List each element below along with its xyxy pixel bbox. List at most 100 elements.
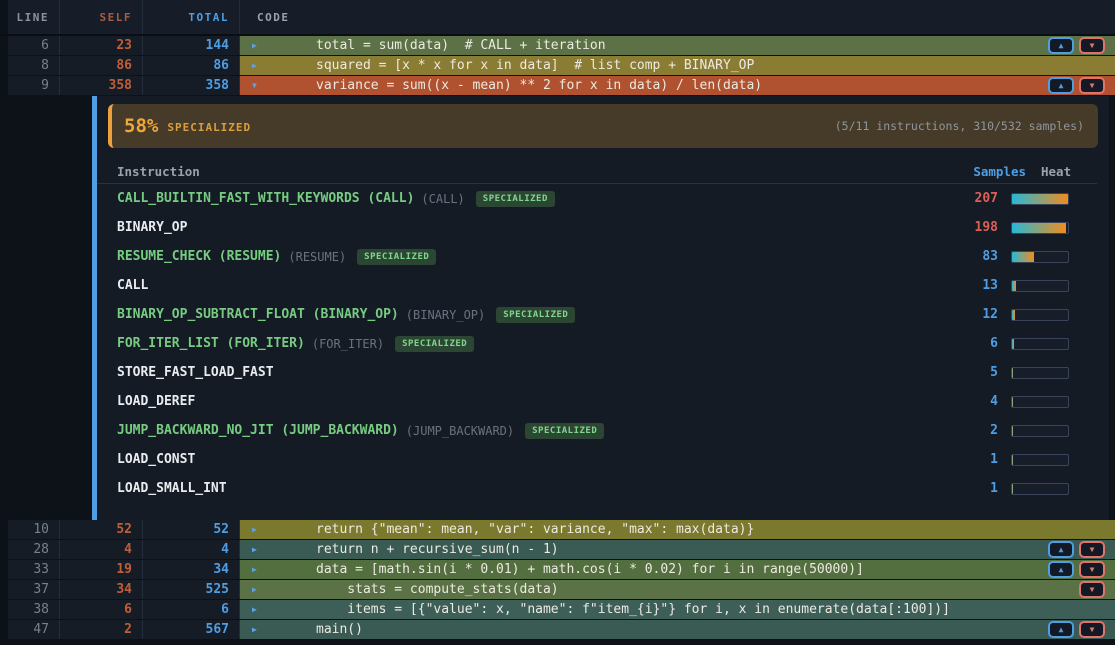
instruction-name-cell: FOR_ITER_LIST (FOR_ITER)(FOR_ITER)SPECIA… — [117, 336, 938, 352]
specialization-summary-box: 58% SPECIALIZED (5/11 instructions, 310/… — [108, 104, 1098, 148]
row-left-spacer — [0, 600, 8, 619]
code-line-row[interactable]: 472567▶main()▲▼ — [0, 620, 1115, 640]
code-cell[interactable]: ▶ stats = compute_stats(data) ▼ — [240, 580, 1115, 599]
instruction-name: CALL_BUILTIN_FAST_WITH_KEYWORDS (CALL) — [117, 191, 414, 206]
row-left-spacer — [0, 540, 8, 559]
expand-icon[interactable]: ▶ — [252, 580, 257, 599]
expand-icon[interactable]: ▶ — [252, 560, 257, 579]
panel-right-spacer — [1109, 96, 1115, 520]
move-down-button[interactable]: ▼ — [1079, 37, 1105, 54]
instruction-heat-cell — [1011, 367, 1069, 379]
expand-icon[interactable]: ▶ — [252, 520, 257, 539]
self-samples: 19 — [60, 560, 143, 579]
instruction-row: CALL_BUILTIN_FAST_WITH_KEYWORDS (CALL)(C… — [97, 184, 1109, 213]
code-cell[interactable]: ▶data = [math.sin(i * 0.01) + math.cos(i… — [240, 560, 1115, 579]
heat-bar-fill — [1012, 281, 1016, 291]
expand-icon[interactable]: ▶ — [252, 620, 257, 639]
instruction-base-name: (JUMP_BACKWARD) — [406, 424, 514, 438]
heat-bar-track — [1011, 309, 1069, 321]
heat-bar-fill — [1012, 223, 1066, 233]
instruction-heat-cell — [1011, 338, 1069, 350]
move-up-button[interactable]: ▲ — [1048, 621, 1074, 638]
code-line-row[interactable]: 88686▶squared = [x * x for x in data] # … — [0, 56, 1115, 76]
code-cell[interactable]: ▶return n + recursive_sum(n - 1)▲▼ — [240, 540, 1115, 559]
row-left-spacer — [0, 76, 8, 95]
instruction-base-name: (BINARY_OP) — [406, 308, 485, 322]
instruction-samples: 4 — [938, 394, 998, 409]
instruction-samples: 83 — [938, 249, 998, 264]
move-up-button[interactable]: ▲ — [1048, 541, 1074, 558]
instruction-samples: 207 — [938, 191, 998, 206]
heat-bar-track — [1011, 483, 1069, 495]
heat-bar-track — [1011, 454, 1069, 466]
table-header: LINE SELF TOTAL CODE — [0, 0, 1115, 36]
column-header-instruction: Instruction — [117, 164, 966, 179]
code-line-row[interactable]: 2844▶return n + recursive_sum(n - 1)▲▼ — [0, 540, 1115, 560]
self-samples: 358 — [60, 76, 143, 95]
heat-bar-track — [1011, 367, 1069, 379]
move-up-button[interactable]: ▲ — [1048, 77, 1074, 94]
instruction-heat-cell — [1011, 396, 1069, 408]
line-number: 10 — [8, 520, 60, 539]
instruction-name-cell: RESUME_CHECK (RESUME)(RESUME)SPECIALIZED — [117, 249, 938, 265]
move-down-button[interactable]: ▼ — [1079, 561, 1105, 578]
heat-bar-fill — [1012, 484, 1013, 494]
self-samples: 52 — [60, 520, 143, 539]
instruction-name-cell: JUMP_BACKWARD_NO_JIT (JUMP_BACKWARD)(JUM… — [117, 423, 938, 439]
code-cell[interactable]: ▶squared = [x * x for x in data] # list … — [240, 56, 1115, 75]
move-down-button[interactable]: ▼ — [1079, 541, 1105, 558]
instruction-samples: 198 — [938, 220, 998, 235]
instruction-heat-cell — [1011, 425, 1069, 437]
code-cell[interactable]: ▶return {"mean": mean, "var": variance, … — [240, 520, 1115, 539]
self-samples: 2 — [60, 620, 143, 639]
instruction-name: BINARY_OP — [117, 220, 187, 235]
move-down-button[interactable]: ▼ — [1079, 77, 1105, 94]
move-down-button[interactable]: ▼ — [1079, 621, 1105, 638]
code-text: total = sum(data) # CALL + iteration — [316, 36, 606, 55]
code-cell[interactable]: ▶total = sum(data) # CALL + iteration▲▼ — [240, 36, 1115, 55]
total-samples: 6 — [143, 600, 240, 619]
code-line-row[interactable]: 9358358▼variance = sum((x - mean) ** 2 f… — [0, 76, 1115, 96]
instruction-heat-cell — [1011, 193, 1069, 205]
code-line-row[interactable]: 331934▶data = [math.sin(i * 0.01) + math… — [0, 560, 1115, 580]
row-left-spacer — [0, 520, 8, 539]
instruction-heat-cell — [1011, 280, 1069, 292]
specialized-badge: SPECIALIZED — [476, 191, 555, 207]
total-samples: 567 — [143, 620, 240, 639]
row-nav-buttons: ▲▼ — [1048, 37, 1105, 54]
column-header-code: CODE — [240, 0, 1115, 34]
code-rows-bottom: 105252▶return {"mean": mean, "var": vari… — [0, 520, 1115, 640]
move-up-button[interactable]: ▲ — [1048, 37, 1074, 54]
expand-icon[interactable]: ▶ — [252, 56, 257, 75]
profiler-window: LINE SELF TOTAL CODE 623144▶total = sum(… — [0, 0, 1115, 645]
expand-icon[interactable]: ▶ — [252, 540, 257, 559]
expand-icon[interactable]: ▶ — [252, 600, 257, 619]
code-line-row[interactable]: 105252▶return {"mean": mean, "var": vari… — [0, 520, 1115, 540]
code-line-row[interactable]: 3866▶ items = [{"value": x, "name": f"it… — [0, 600, 1115, 620]
code-line-row[interactable]: 3734525▶ stats = compute_stats(data)▼ — [0, 580, 1115, 600]
code-line-row[interactable]: 623144▶total = sum(data) # CALL + iterat… — [0, 36, 1115, 56]
code-cell[interactable]: ▼variance = sum((x - mean) ** 2 for x in… — [240, 76, 1115, 95]
code-cell[interactable]: ▶main()▲▼ — [240, 620, 1115, 639]
heat-bar-fill — [1012, 397, 1013, 407]
code-text: stats = compute_stats(data) — [316, 580, 559, 599]
instruction-name-cell: LOAD_DEREF — [117, 394, 938, 409]
collapse-icon[interactable]: ▼ — [252, 76, 257, 95]
column-header-line: LINE — [8, 0, 60, 34]
specialized-label: SPECIALIZED — [167, 121, 251, 134]
column-header-samples: Samples — [966, 164, 1026, 179]
code-cell[interactable]: ▶ items = [{"value": x, "name": f"item_{… — [240, 600, 1115, 619]
heat-bar-fill — [1012, 339, 1014, 349]
instruction-base-name: (RESUME) — [288, 250, 346, 264]
total-samples: 4 — [143, 540, 240, 559]
expand-icon[interactable]: ▶ — [252, 36, 257, 55]
line-number: 28 — [8, 540, 60, 559]
instruction-name-cell: BINARY_OP_SUBTRACT_FLOAT (BINARY_OP)(BIN… — [117, 307, 938, 323]
row-left-spacer — [0, 56, 8, 75]
panel-content: 58% SPECIALIZED (5/11 instructions, 310/… — [97, 96, 1109, 520]
move-down-button[interactable]: ▼ — [1079, 581, 1105, 598]
move-up-button[interactable]: ▲ — [1048, 561, 1074, 578]
specialized-badge: SPECIALIZED — [525, 423, 604, 439]
instruction-name: STORE_FAST_LOAD_FAST — [117, 365, 274, 380]
column-header-total: TOTAL — [143, 0, 240, 34]
